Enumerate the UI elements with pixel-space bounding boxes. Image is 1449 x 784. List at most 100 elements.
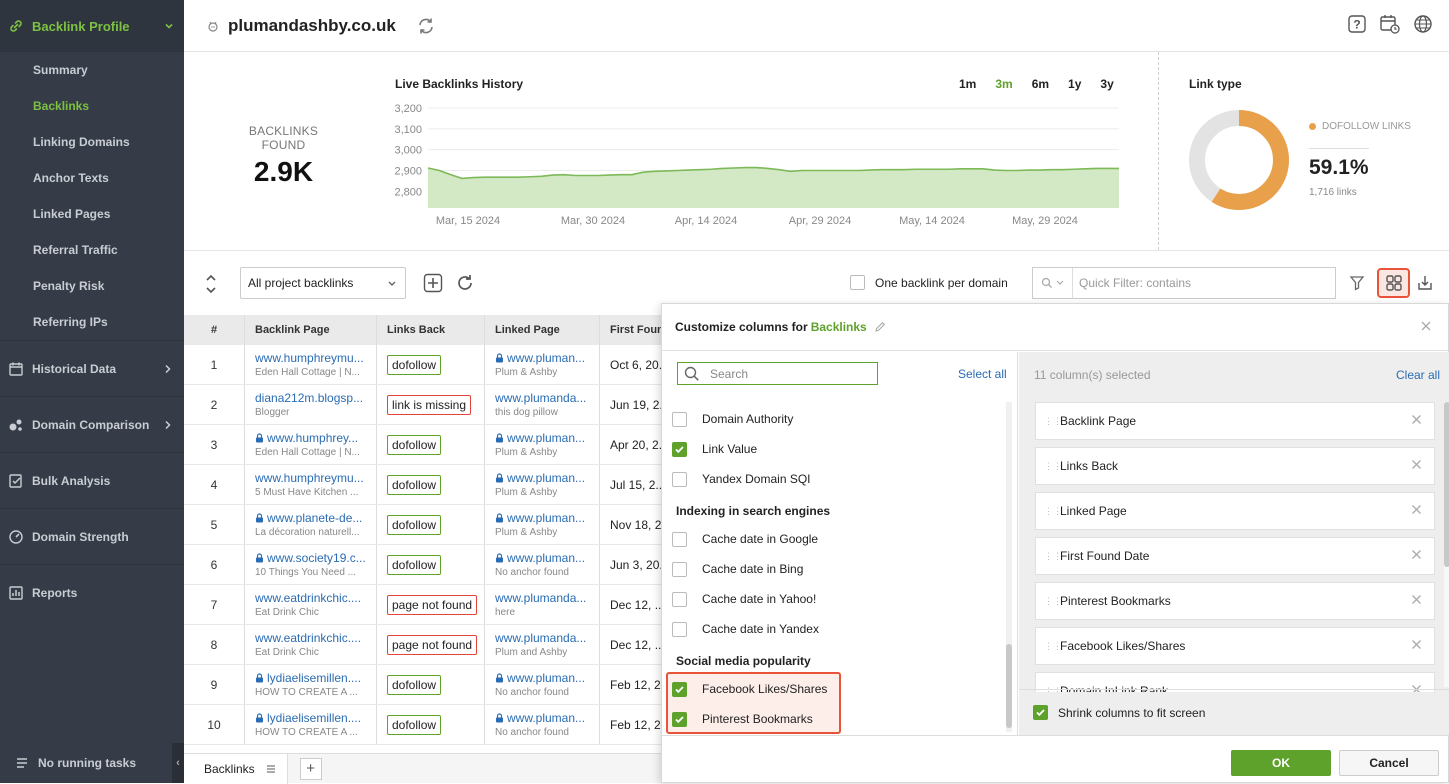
pencil-icon[interactable] [874, 321, 886, 333]
checkbox-checked[interactable] [1033, 705, 1048, 720]
backlink-page-link[interactable]: www.eatdrinkchic.... [255, 631, 361, 646]
selected-column-item[interactable]: ⋮⋮ Links Back [1035, 447, 1435, 485]
scrollbar-thumb[interactable] [1006, 644, 1012, 728]
table-row[interactable]: 10 lydiaelisemillen.... HOW TO CREATE A ..… [184, 705, 664, 745]
selected-column-item[interactable]: ⋮⋮ Pinterest Bookmarks [1035, 582, 1435, 620]
backlinks-scope-select[interactable]: All project backlinks [240, 267, 406, 299]
column-option[interactable]: Facebook Likes/Shares [672, 679, 827, 699]
drag-handle-icon[interactable]: ⋮⋮ [1044, 641, 1062, 650]
sidebar-item-referring-ips[interactable]: Referring IPs [0, 304, 184, 340]
checkbox-checked[interactable] [672, 681, 687, 697]
sidebar-item-linking-domains[interactable]: Linking Domains [0, 124, 184, 160]
linked-page-link[interactable]: www.pluman... [495, 471, 585, 486]
one-per-domain-checkbox[interactable]: One backlink per domain [850, 275, 1008, 290]
table-row[interactable]: 1 www.humphreymu... Eden Hall Cottage | N.… [184, 345, 664, 385]
drag-handle-icon[interactable]: ⋮⋮ [1044, 506, 1062, 515]
backlink-page-link[interactable]: www.eatdrinkchic.... [255, 591, 361, 606]
shrink-columns-checkbox[interactable]: Shrink columns to fit screen [1019, 689, 1449, 735]
linked-page-link[interactable]: www.pluman... [495, 711, 585, 726]
linked-page-link[interactable]: www.plumanda... [495, 631, 586, 646]
globe-icon[interactable] [1413, 14, 1433, 34]
linked-page-link[interactable]: www.pluman... [495, 351, 585, 366]
table-row[interactable]: 4 www.humphreymu... 5 Must Have Kitchen ..… [184, 465, 664, 505]
remove-icon[interactable] [1411, 459, 1422, 470]
column-header-links-back[interactable]: Links Back [377, 315, 485, 345]
schedule-icon[interactable] [1379, 14, 1401, 34]
backlink-page-link[interactable]: www.humphreymu... [255, 351, 364, 366]
checkbox[interactable] [672, 591, 687, 607]
expand-rows-icon[interactable] [204, 273, 218, 295]
backlink-page-link[interactable]: lydiaelisemillen.... [255, 671, 361, 686]
linked-page-link[interactable]: www.plumanda... [495, 591, 586, 606]
cancel-button[interactable]: Cancel [1339, 750, 1439, 776]
drag-handle-icon[interactable]: ⋮⋮ [1044, 551, 1062, 560]
range-3m[interactable]: 3m [995, 77, 1012, 91]
scrollbar[interactable] [1006, 402, 1012, 732]
customize-columns-button[interactable] [1377, 268, 1410, 298]
linked-page-link[interactable]: www.pluman... [495, 671, 585, 686]
scrollbar[interactable] [1444, 402, 1449, 687]
linked-page-link[interactable]: www.plumanda... [495, 391, 586, 406]
linked-page-link[interactable]: www.pluman... [495, 431, 585, 446]
table-row[interactable]: 2 diana212m.blogsp... Blogger link is missi… [184, 385, 664, 425]
add-icon[interactable] [423, 273, 443, 293]
column-option[interactable]: Link Value [672, 439, 757, 459]
table-row[interactable]: 6 www.society19.c... 10 Things You Need ..… [184, 545, 664, 585]
column-option[interactable]: Cache date in Bing [672, 559, 803, 579]
checkbox[interactable] [672, 531, 687, 547]
sidebar-item-anchor-texts[interactable]: Anchor Texts [0, 160, 184, 196]
close-icon[interactable] [1420, 320, 1432, 332]
menu-icon[interactable] [265, 763, 277, 775]
backlink-page-link[interactable]: www.planete-de... [255, 511, 362, 526]
linked-page-link[interactable]: www.pluman... [495, 511, 585, 526]
checkbox[interactable] [850, 275, 865, 290]
checkbox[interactable] [672, 621, 687, 637]
selected-column-item[interactable]: ⋮⋮ Linked Page [1035, 492, 1435, 530]
quick-filter[interactable]: Quick Filter: contains [1032, 267, 1336, 299]
checkbox-checked[interactable] [672, 711, 687, 727]
table-row[interactable]: 5 www.planete-de... La décoration naturell… [184, 505, 664, 545]
select-all-link[interactable]: Select all [958, 367, 1007, 381]
column-option[interactable]: Pinterest Bookmarks [672, 709, 813, 729]
sidebar-section-domain-strength[interactable]: Domain Strength [0, 508, 184, 564]
recheck-icon[interactable] [455, 273, 475, 293]
remove-icon[interactable] [1411, 594, 1422, 605]
checkbox[interactable] [672, 471, 687, 487]
column-option[interactable]: Domain Authority [672, 409, 793, 429]
add-tab-button[interactable]: + [299, 757, 322, 780]
sidebar-item-summary[interactable]: Summary [0, 52, 184, 88]
drag-handle-icon[interactable]: ⋮⋮ [1044, 416, 1062, 425]
scrollbar-thumb[interactable] [1444, 402, 1449, 567]
column-option[interactable]: Yandex Domain SQI [672, 469, 811, 489]
sidebar-section-domain-comparison[interactable]: Domain Comparison [0, 396, 184, 452]
table-row[interactable]: 7 www.eatdrinkchic.... Eat Drink Chic page … [184, 585, 664, 625]
running-tasks-status[interactable]: No running tasks ‹ [0, 743, 184, 783]
remove-icon[interactable] [1411, 639, 1422, 650]
column-option[interactable]: Cache date in Yahoo! [672, 589, 816, 609]
table-row[interactable]: 8 www.eatdrinkchic.... Eat Drink Chic page … [184, 625, 664, 665]
quick-filter-input[interactable]: Quick Filter: contains [1073, 276, 1191, 290]
remove-icon[interactable] [1411, 549, 1422, 560]
sidebar-item-penalty-risk[interactable]: Penalty Risk [0, 268, 184, 304]
selected-column-item[interactable]: ⋮⋮ First Found Date [1035, 537, 1435, 575]
tab-backlinks[interactable]: Backlinks [184, 753, 288, 784]
search-mode-dropdown[interactable] [1033, 268, 1073, 298]
remove-icon[interactable] [1411, 504, 1422, 515]
backlink-page-link[interactable]: www.society19.c... [255, 551, 366, 566]
range-1m[interactable]: 1m [959, 77, 976, 91]
help-icon[interactable]: ? [1347, 14, 1367, 34]
column-search-input[interactable]: Search [677, 362, 878, 385]
column-header-index[interactable]: # [184, 315, 245, 345]
sidebar-item-referral-traffic[interactable]: Referral Traffic [0, 232, 184, 268]
drag-handle-icon[interactable]: ⋮⋮ [1044, 461, 1062, 470]
drag-handle-icon[interactable]: ⋮⋮ [1044, 596, 1062, 605]
export-icon[interactable] [1416, 274, 1434, 292]
checkbox[interactable] [672, 561, 687, 577]
sidebar-header-backlink-profile[interactable]: Backlink Profile [0, 0, 184, 52]
sidebar-section-historical-data[interactable]: Historical Data [0, 340, 184, 396]
sidebar-section-bulk-analysis[interactable]: Bulk Analysis [0, 452, 184, 508]
collapse-sidebar-button[interactable]: ‹ [172, 743, 184, 783]
column-option[interactable]: Cache date in Yandex [672, 619, 819, 639]
sidebar-section-reports[interactable]: Reports [0, 564, 184, 620]
remove-icon[interactable] [1411, 414, 1422, 425]
